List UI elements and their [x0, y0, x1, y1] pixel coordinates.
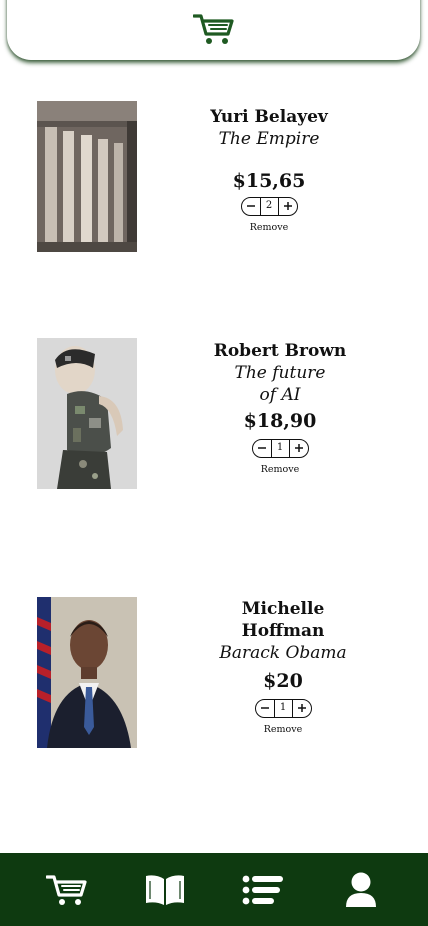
- remove-button[interactable]: Remove: [194, 222, 344, 234]
- top-header: [7, 0, 420, 60]
- increase-button[interactable]: [293, 700, 311, 717]
- quantity-value: 2: [259, 197, 279, 215]
- item-info: Michelle Hoffman Barack Obama $20 1 Remo…: [208, 598, 358, 736]
- item-author: Michelle Hoffman: [241, 599, 325, 641]
- plus-icon: [297, 704, 306, 712]
- minus-icon: [246, 205, 255, 207]
- bottom-navigation: [0, 853, 428, 926]
- item-title: The future of AI: [234, 363, 326, 405]
- remove-button[interactable]: Remove: [208, 724, 358, 736]
- quantity-stepper: 1: [251, 438, 309, 458]
- increase-button[interactable]: [279, 198, 297, 215]
- nav-profile[interactable]: [331, 860, 391, 920]
- user-icon: [346, 872, 376, 907]
- item-info: Robert Brown The future of AI $18,90 1 R…: [205, 340, 355, 476]
- item-info: Yuri Belayev The Empire $15,65 2 Remove: [194, 106, 344, 234]
- plus-icon: [294, 444, 303, 452]
- cart-icon: [46, 874, 87, 905]
- item-title: Barack Obama: [219, 643, 347, 663]
- cart-icon[interactable]: [192, 12, 235, 46]
- plus-icon: [283, 202, 292, 210]
- item-title: The Empire: [218, 129, 320, 149]
- quantity-stepper: 2: [240, 196, 298, 216]
- quantity-value: 1: [273, 699, 293, 717]
- book-cover-image: [37, 338, 137, 489]
- nav-library[interactable]: [135, 860, 195, 920]
- quantity-value: 1: [270, 439, 290, 457]
- decrease-button[interactable]: [253, 440, 271, 457]
- item-author: Robert Brown: [213, 341, 347, 361]
- minus-icon: [257, 447, 266, 449]
- nav-cart[interactable]: [37, 860, 97, 920]
- increase-button[interactable]: [290, 440, 308, 457]
- item-price: $20: [263, 670, 303, 692]
- book-icon: [146, 874, 184, 905]
- book-cover-image: [37, 101, 137, 252]
- item-price: $15,65: [232, 170, 306, 192]
- quantity-stepper: 1: [254, 698, 312, 718]
- decrease-button[interactable]: [256, 700, 274, 717]
- book-cover-image: [37, 597, 137, 748]
- nav-list[interactable]: [233, 860, 293, 920]
- item-author: Yuri Belayev: [210, 107, 328, 127]
- item-price: $18,90: [243, 410, 317, 432]
- minus-icon: [260, 707, 269, 709]
- remove-button[interactable]: Remove: [205, 464, 355, 476]
- decrease-button[interactable]: [242, 198, 260, 215]
- list-icon: [242, 875, 283, 904]
